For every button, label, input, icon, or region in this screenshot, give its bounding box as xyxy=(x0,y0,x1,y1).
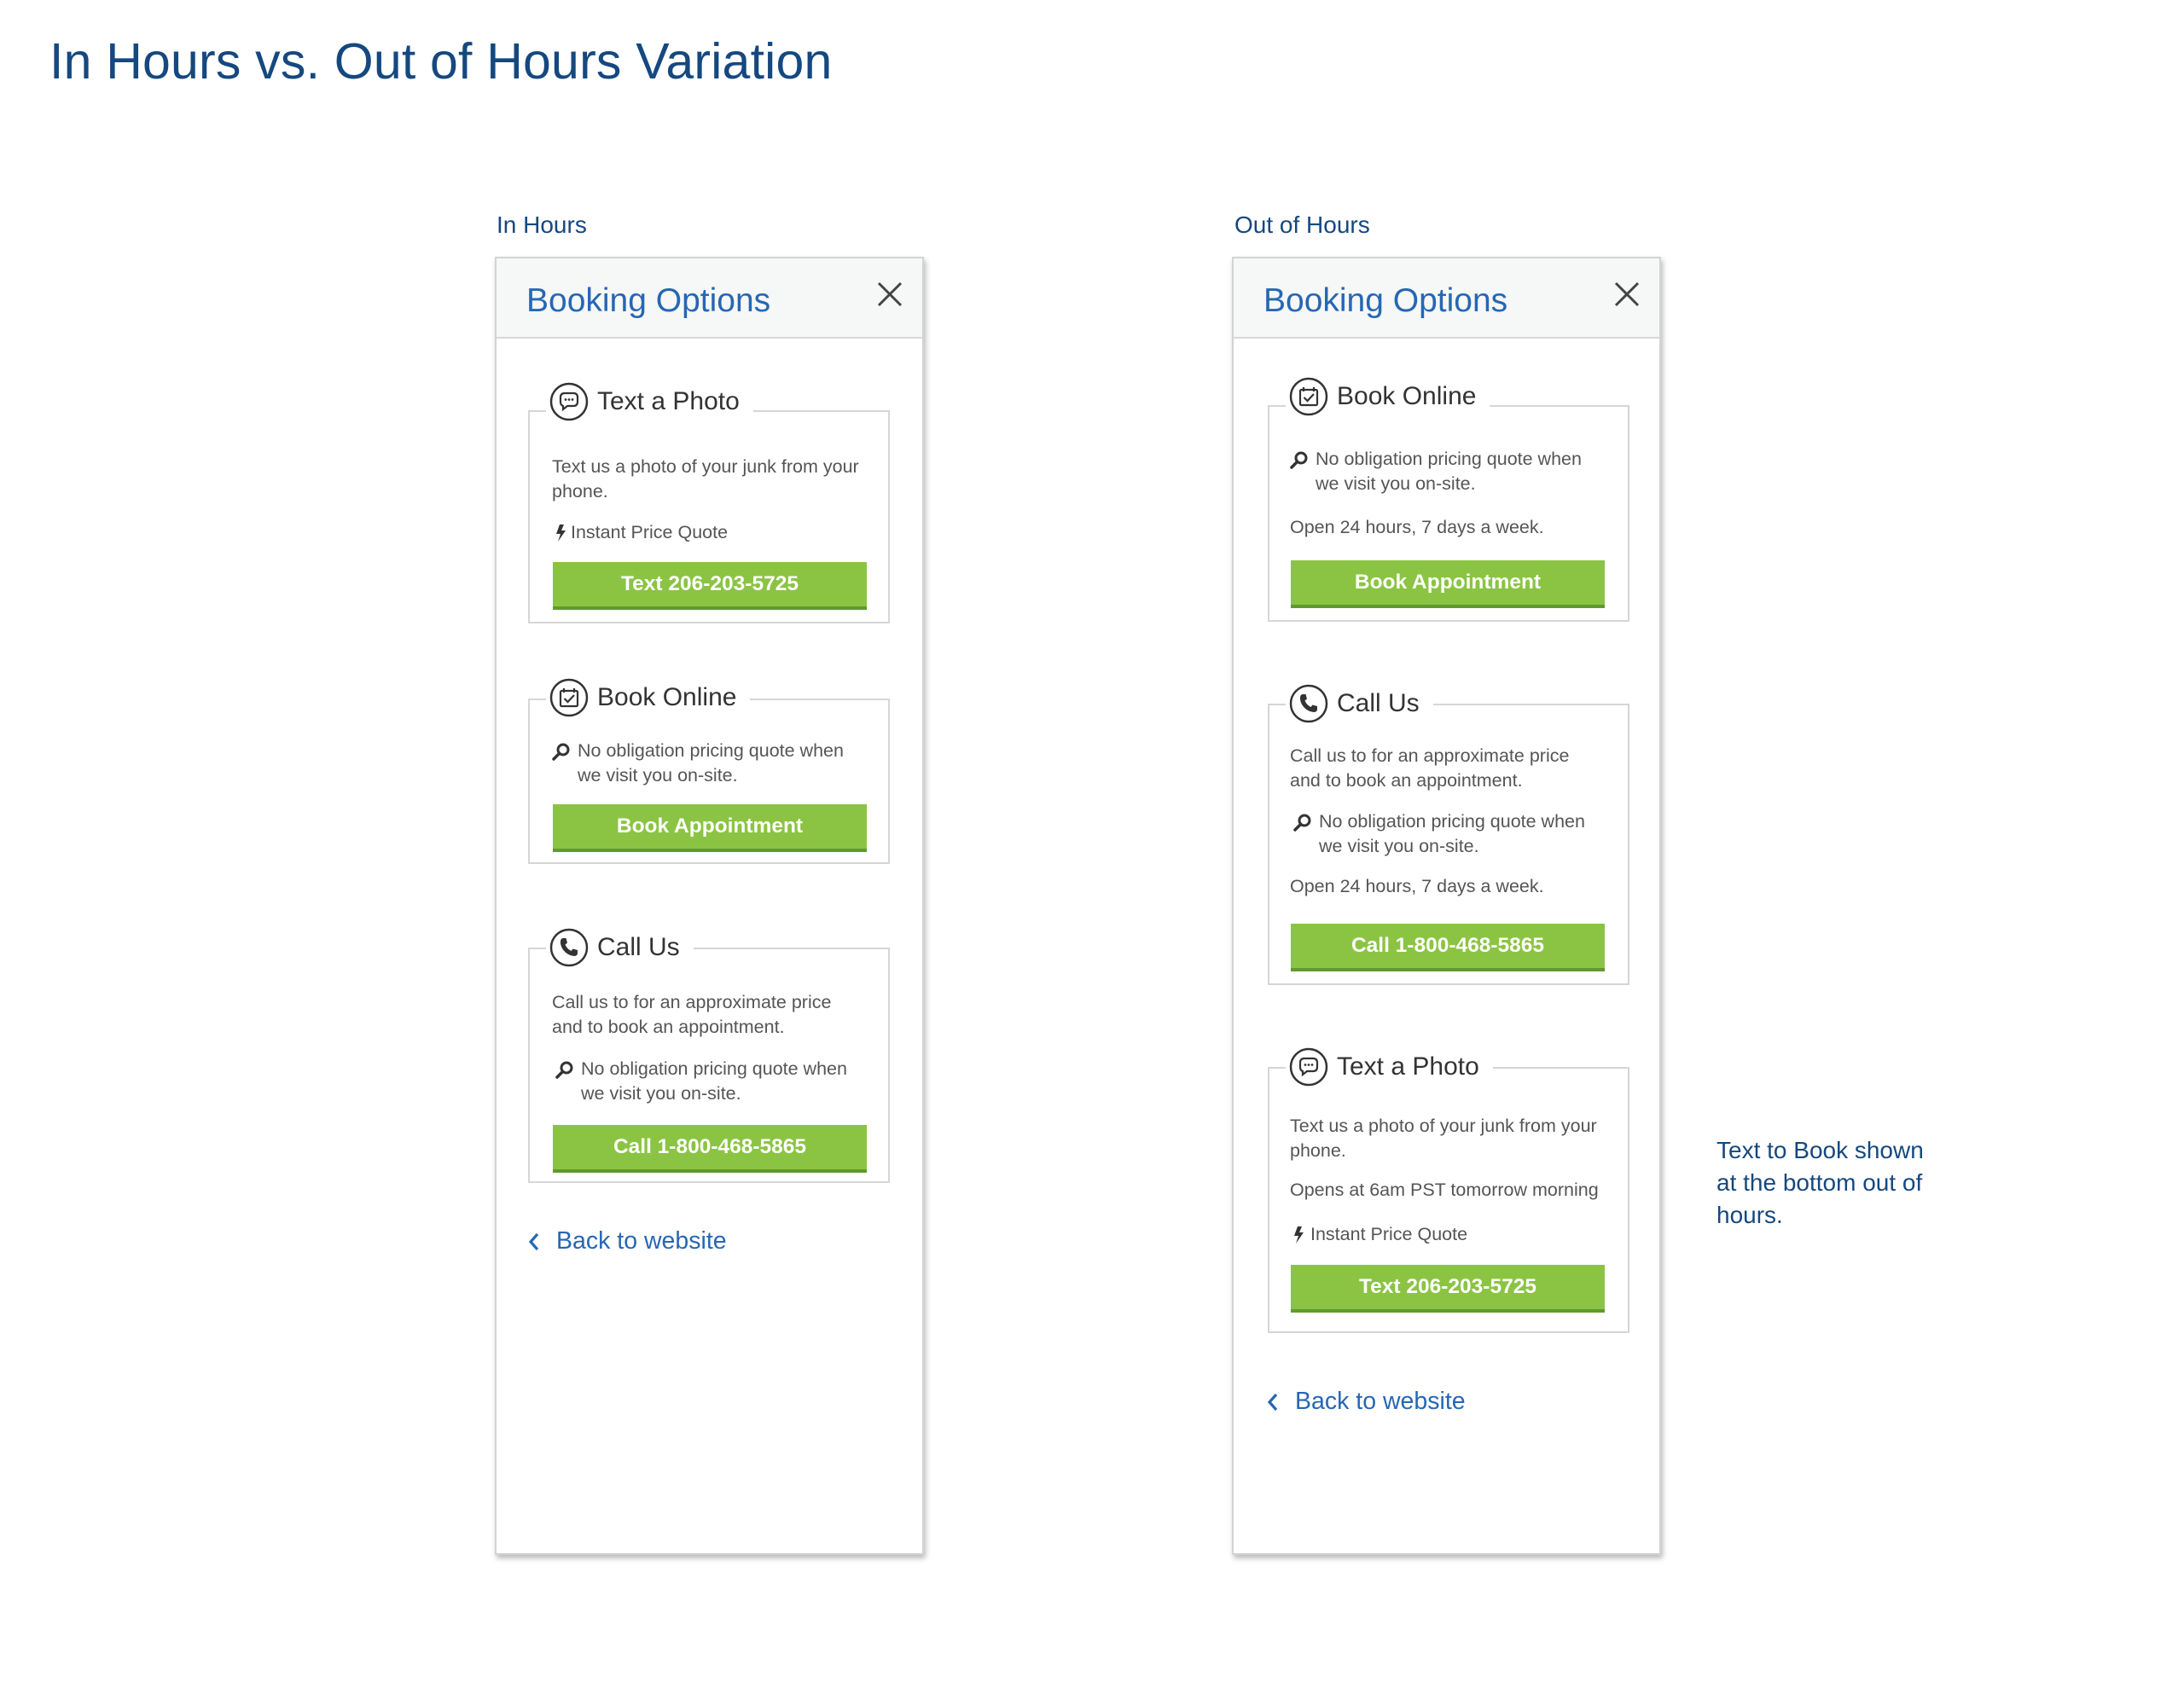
feature-text: No obligation pricing quote when xyxy=(1316,449,1582,469)
chat-bubble-icon xyxy=(1289,1047,1328,1087)
card-description-line: Text us a photo of your junk from your xyxy=(1290,1116,1597,1136)
feature-text: No obligation pricing quote when xyxy=(578,740,844,761)
back-link-text: Back to website xyxy=(556,1227,727,1255)
call-number-button[interactable]: Call 1-800-468-5865 xyxy=(1291,924,1605,971)
card-description-line: and to book an appointment. xyxy=(552,1017,785,1037)
feature-text: we visit you on-site. xyxy=(1319,836,1479,856)
lightning-icon xyxy=(556,525,566,542)
card-description-line: phone. xyxy=(552,481,608,501)
chevron-left-icon xyxy=(1267,1393,1278,1411)
calendar-check-icon xyxy=(549,678,589,717)
feature-text: we visit you on-site. xyxy=(578,765,738,786)
card-header: Text a Photo xyxy=(546,380,753,423)
hours-text: Open 24 hours, 7 days a week. xyxy=(1290,876,1544,896)
text-number-button[interactable]: Text 206-203-5725 xyxy=(553,562,867,610)
card-header: Call Us xyxy=(546,926,694,969)
panel-title: Booking Options xyxy=(1263,282,1508,319)
book-online-card: Book Online No obligation pricing quote … xyxy=(528,676,890,864)
card-header: Text a Photo xyxy=(1286,1046,1493,1088)
card-title: Call Us xyxy=(1337,689,1420,717)
call-us-card: Call Us Call us to for an approximate pr… xyxy=(1268,682,1629,985)
calendar-check-icon xyxy=(1289,377,1328,416)
search-icon xyxy=(552,743,570,761)
feature-text: Instant Price Quote xyxy=(571,522,729,542)
card-title: Book Online xyxy=(1337,382,1477,410)
card-description-line: Call us to for an approximate price xyxy=(552,992,832,1012)
opens-text: Opens at 6am PST tomorrow morning xyxy=(1290,1180,1599,1200)
phone-icon xyxy=(1289,684,1328,723)
side-note-line: Text to Book shown xyxy=(1716,1137,1924,1163)
search-icon xyxy=(1293,814,1311,832)
panel-header: Booking Options xyxy=(497,258,922,339)
feature-text: we visit you on-site. xyxy=(1316,473,1476,494)
side-note: Text to Book shown at the bottom out of … xyxy=(1716,1134,1972,1232)
in-hours-label: In Hours xyxy=(497,212,587,238)
back-link-text: Back to website xyxy=(1295,1388,1466,1415)
card-title: Book Online xyxy=(597,683,737,711)
lightning-icon xyxy=(1294,1226,1304,1244)
call-us-card: Call Us Call us to for an approximate pr… xyxy=(528,926,890,1183)
search-icon xyxy=(555,1061,573,1079)
card-title: Call Us xyxy=(597,933,680,961)
card-description-line: Call us to for an approximate price xyxy=(1290,745,1570,766)
card-description-line: Text us a photo of your junk from your xyxy=(552,456,859,477)
side-note-line: at the bottom out of xyxy=(1716,1169,1923,1196)
card-header: Book Online xyxy=(546,676,751,719)
out-of-hours-panel: Booking Options Book Online No obligatio… xyxy=(1232,257,1661,1555)
panel-header: Booking Options xyxy=(1234,258,1659,339)
card-title: Text a Photo xyxy=(597,387,740,415)
in-hours-panel: Booking Options Text a Photo Text us a p… xyxy=(495,257,924,1555)
text-photo-card: Text a Photo Text us a photo of your jun… xyxy=(528,380,890,623)
card-header: Call Us xyxy=(1286,682,1433,725)
side-note-line: hours. xyxy=(1716,1202,1783,1228)
book-appointment-button[interactable]: Book Appointment xyxy=(1291,560,1605,608)
card-description-line: phone. xyxy=(1290,1140,1346,1161)
feature-text: Instant Price Quote xyxy=(1310,1224,1468,1244)
back-to-website-link[interactable]: Back to website xyxy=(1266,1388,1466,1416)
out-of-hours-label: Out of Hours xyxy=(1234,212,1370,238)
book-appointment-button[interactable]: Book Appointment xyxy=(553,804,867,852)
panel-title: Booking Options xyxy=(526,282,771,319)
feature-text: we visit you on-site. xyxy=(581,1083,741,1104)
card-description-line: and to book an appointment. xyxy=(1290,770,1523,791)
phone-icon xyxy=(549,928,589,967)
feature-text: No obligation pricing quote when xyxy=(1319,811,1585,832)
hours-text: Open 24 hours, 7 days a week. xyxy=(1290,517,1544,537)
book-online-card: Book Online No obligation pricing quote … xyxy=(1268,375,1629,622)
search-icon xyxy=(1290,451,1308,469)
chat-bubble-icon xyxy=(549,382,589,421)
card-header: Book Online xyxy=(1286,375,1490,418)
text-number-button[interactable]: Text 206-203-5725 xyxy=(1291,1265,1605,1313)
call-number-button[interactable]: Call 1-800-468-5865 xyxy=(553,1125,867,1173)
chevron-left-icon xyxy=(528,1232,539,1250)
close-icon[interactable] xyxy=(873,277,907,311)
card-title: Text a Photo xyxy=(1337,1052,1479,1081)
page-title: In Hours vs. Out of Hours Variation xyxy=(49,33,833,90)
text-photo-card: Text a Photo Text us a photo of your jun… xyxy=(1268,1046,1629,1333)
feature-text: No obligation pricing quote when xyxy=(581,1058,847,1079)
back-to-website-link[interactable]: Back to website xyxy=(527,1227,727,1255)
close-icon[interactable] xyxy=(1610,277,1644,311)
